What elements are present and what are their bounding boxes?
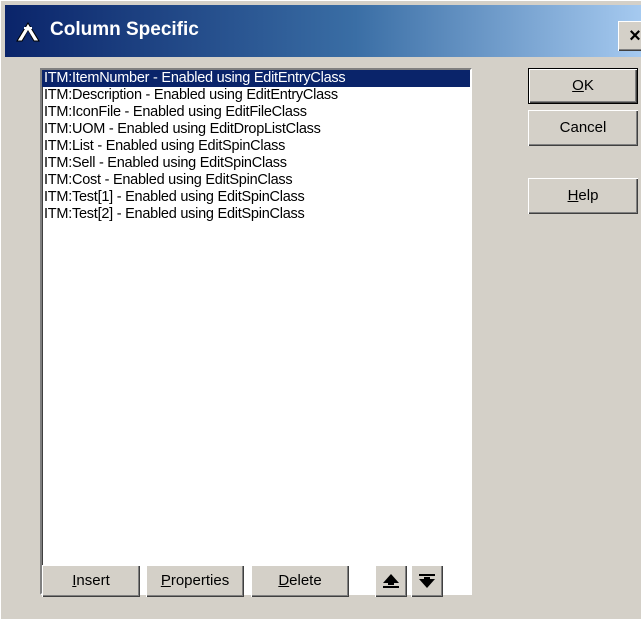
help-label-rest: elp — [578, 187, 599, 204]
delete-button[interactable]: Delete — [251, 565, 349, 597]
list-item[interactable]: ITM:ItemNumber - Enabled using EditEntry… — [42, 70, 470, 87]
list-item[interactable]: ITM:Description - Enabled using EditEntr… — [42, 87, 470, 104]
help-mnemonic: H — [567, 187, 579, 204]
properties-button[interactable]: Properties — [146, 565, 244, 597]
insert-button[interactable]: Insert — [42, 565, 140, 597]
move-up-button[interactable] — [375, 565, 407, 597]
window-title: Column Specific — [50, 19, 199, 40]
list-item[interactable]: ITM:Cost - Enabled using EditSpinClass — [42, 172, 470, 189]
properties-mnemonic: P — [160, 572, 171, 589]
dialog-window: Column Specific × ITM:ItemNumber - Enabl… — [0, 0, 641, 619]
close-icon: × — [629, 25, 641, 47]
delete-label-rest: elete — [289, 572, 322, 589]
close-button[interactable]: × — [618, 21, 641, 51]
app-icon — [16, 22, 40, 42]
list-item[interactable]: ITM:List - Enabled using EditSpinClass — [42, 138, 470, 155]
list-item[interactable]: ITM:UOM - Enabled using EditDropListClas… — [42, 121, 470, 138]
title-bar[interactable]: Column Specific × — [5, 5, 641, 57]
list-item[interactable]: ITM:Sell - Enabled using EditSpinClass — [42, 155, 470, 172]
column-listbox[interactable]: ITM:ItemNumber - Enabled using EditEntry… — [40, 68, 472, 595]
move-down-icon — [419, 574, 435, 588]
list-item[interactable]: ITM:Test[1] - Enabled using EditSpinClas… — [42, 189, 470, 206]
cancel-button[interactable]: Cancel — [528, 110, 638, 146]
help-button[interactable]: Help — [528, 178, 638, 214]
insert-label-rest: nsert — [76, 572, 110, 589]
ok-label-rest: K — [583, 77, 594, 94]
move-up-icon — [383, 574, 399, 588]
cancel-label: Cancel — [559, 119, 607, 136]
delete-mnemonic: D — [278, 572, 290, 589]
list-item[interactable]: ITM:IconFile - Enabled using EditFileCla… — [42, 104, 470, 121]
properties-label-rest: roperties — [170, 572, 230, 589]
ok-mnemonic: O — [572, 77, 584, 94]
ok-button[interactable]: OK — [528, 68, 638, 104]
list-item[interactable]: ITM:Test[2] - Enabled using EditSpinClas… — [42, 206, 470, 223]
move-down-button[interactable] — [411, 565, 443, 597]
